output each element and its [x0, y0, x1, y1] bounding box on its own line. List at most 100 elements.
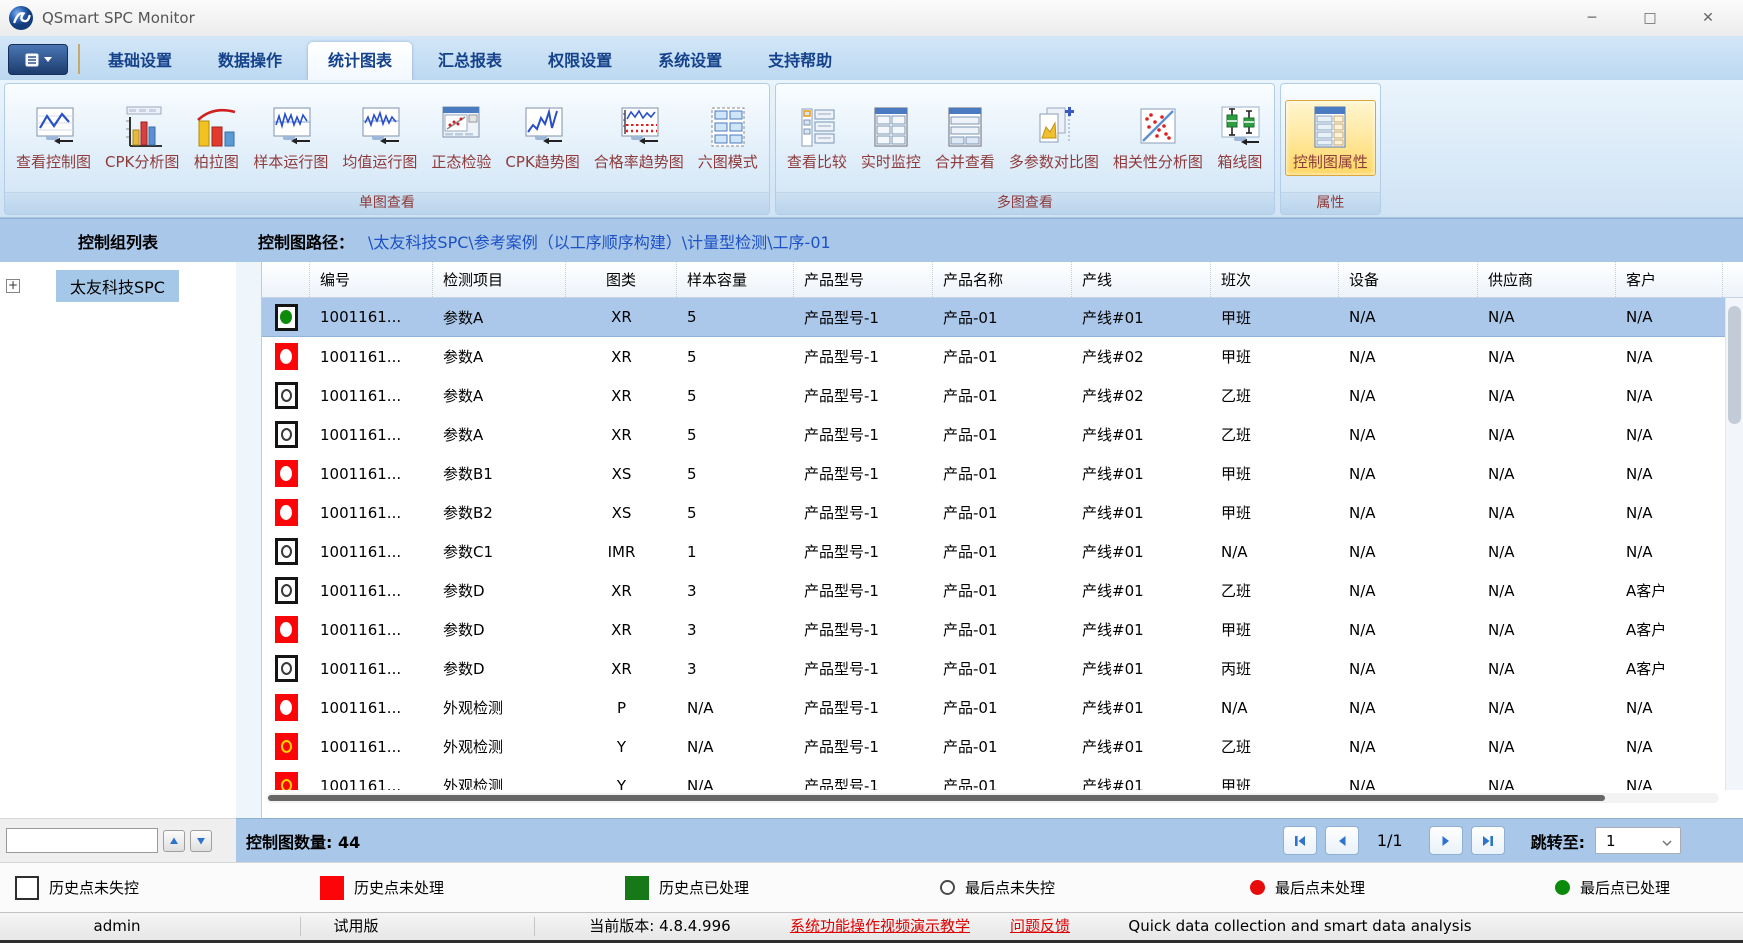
tab-data-operations[interactable]: 数据操作	[198, 42, 302, 80]
tab-summary-reports[interactable]: 汇总报表	[418, 42, 522, 80]
pareto-chart-button[interactable]: 柏拉图	[186, 101, 246, 175]
table-cell: XR	[566, 337, 677, 376]
last-page-button[interactable]	[1471, 826, 1505, 855]
black-outline-icon	[275, 655, 298, 682]
vertical-scrollbar-thumb[interactable]	[1728, 306, 1741, 424]
search-down-button[interactable]	[190, 830, 212, 852]
table-row[interactable]: 1001161...参数AXR5产品型号-1产品-01产线#02乙班N/AN/A…	[262, 376, 1743, 415]
control-chart-properties-button[interactable]: 控制图属性	[1285, 100, 1376, 176]
boxplot-chart-button[interactable]: 箱线图	[1210, 101, 1270, 175]
table-row[interactable]: 1001161...参数B2XS5产品型号-1产品-01产线#01甲班N/AN/…	[262, 493, 1743, 532]
close-button[interactable]: ✕	[1679, 4, 1737, 32]
next-page-button[interactable]	[1429, 826, 1463, 855]
table-cell: 产品-01	[933, 649, 1072, 688]
page-jump-dropdown[interactable]: 1	[1595, 827, 1681, 854]
table-cell: 乙班	[1211, 571, 1339, 610]
realtime-monitor-button[interactable]: 实时监控	[854, 101, 928, 175]
app-menu-button[interactable]	[8, 44, 68, 75]
cpk-trend-icon	[520, 105, 566, 149]
legend-label: 最后点已处理	[1580, 877, 1670, 898]
square-green-icon	[625, 876, 649, 900]
ribbon-group: 查看比较实时监控合并查看多参数对比图相关性分析图箱线图多图查看	[775, 83, 1275, 215]
table-cell: 产品-01	[933, 688, 1072, 727]
column-header[interactable]: 产品型号	[794, 262, 933, 297]
table-cell: N/A	[1339, 298, 1478, 336]
view-compare-button[interactable]: 查看比较	[780, 101, 854, 175]
column-header[interactable]: 班次	[1211, 262, 1339, 297]
pass-rate-trend-chart-button[interactable]: 合格率趋势图	[587, 101, 691, 175]
tree-root-label[interactable]: 太友科技SPC	[56, 270, 179, 302]
tab-permissions[interactable]: 权限设置	[528, 42, 632, 80]
cpk-trend-chart-button[interactable]: CPK趋势图	[498, 101, 586, 175]
tab-system-settings[interactable]: 系统设置	[638, 42, 742, 80]
table-cell: 产线#01	[1072, 571, 1211, 610]
column-header-status[interactable]	[262, 262, 310, 297]
multi-param-compare-chart-button[interactable]: 多参数对比图	[1002, 101, 1106, 175]
tab-stat-charts[interactable]: 统计图表	[308, 42, 412, 80]
six-chart-mode-button[interactable]: 六图模式	[691, 101, 765, 175]
table-row[interactable]: 1001161...参数DXR3产品型号-1产品-01产线#01乙班N/AN/A…	[262, 571, 1743, 610]
maximize-button[interactable]: □	[1621, 4, 1679, 32]
table-cell: 参数A	[433, 376, 566, 415]
normality-test-button[interactable]: 正态检验	[424, 101, 498, 175]
table-row[interactable]: 1001161...参数C1IMR1产品型号-1产品-01产线#01N/AN/A…	[262, 532, 1743, 571]
sample-run-chart-button[interactable]: 样本运行图	[246, 101, 335, 175]
red-yellow-outline-icon	[275, 772, 298, 790]
previous-page-button[interactable]	[1325, 826, 1359, 855]
table-cell: XR	[566, 571, 677, 610]
panel-splitter[interactable]	[236, 262, 262, 818]
ribbon-button-label: 柏拉图	[194, 151, 239, 172]
table-row[interactable]: 1001161...参数AXR5产品型号-1产品-01产线#01甲班N/AN/A…	[262, 298, 1743, 337]
horizontal-scrollbar-thumb[interactable]	[268, 795, 1605, 801]
first-page-button[interactable]	[1283, 826, 1317, 855]
column-header[interactable]: 检测项目	[433, 262, 566, 297]
feedback-link[interactable]: 问题反馈	[1010, 913, 1070, 941]
table-row[interactable]: 1001161...参数B1XS5产品型号-1产品-01产线#01甲班N/AN/…	[262, 454, 1743, 493]
control-group-list-title: 控制组列表	[0, 229, 236, 253]
column-header[interactable]: 客户	[1616, 262, 1723, 297]
view-control-chart-button[interactable]: 查看控制图	[9, 101, 98, 175]
vertical-scrollbar[interactable]	[1725, 298, 1743, 790]
column-header[interactable]: 产品名称	[933, 262, 1072, 297]
merge-view-button[interactable]: 合并查看	[928, 101, 1002, 175]
table-cell: XR	[566, 610, 677, 649]
mean-run-chart-button[interactable]: 均值运行图	[335, 101, 424, 175]
legend-item: 历史点已处理	[625, 863, 749, 912]
tab-base-settings[interactable]: 基础设置	[88, 42, 192, 80]
table-row[interactable]: 1001161...参数DXR3产品型号-1产品-01产线#01甲班N/AN/A…	[262, 610, 1743, 649]
table-cell: 产品型号-1	[794, 298, 933, 336]
table-row[interactable]: 1001161...参数AXR5产品型号-1产品-01产线#01乙班N/AN/A…	[262, 415, 1743, 454]
table-row[interactable]: 1001161...参数DXR3产品型号-1产品-01产线#01丙班N/AN/A…	[262, 649, 1743, 688]
table-cell: N/A	[1478, 415, 1616, 454]
cpk-analysis-chart-button[interactable]: CPK分析图	[98, 101, 186, 175]
minimize-button[interactable]: ─	[1563, 4, 1621, 32]
table-cell: 产品型号-1	[794, 727, 933, 766]
column-header[interactable]: 产线	[1072, 262, 1211, 297]
tab-support-help[interactable]: 支持帮助	[748, 42, 852, 80]
correlation-analysis-chart-button[interactable]: 相关性分析图	[1106, 101, 1210, 175]
column-header[interactable]: 设备	[1339, 262, 1478, 297]
horizontal-scrollbar[interactable]	[266, 793, 1719, 803]
column-header[interactable]: 编号	[310, 262, 433, 297]
circle-green-icon	[1555, 880, 1570, 895]
status-user: admin	[94, 913, 141, 941]
table-cell: N/A	[1211, 532, 1339, 571]
red-white-dot-icon	[275, 343, 298, 370]
search-up-button[interactable]	[163, 830, 185, 852]
table-cell: N/A	[1478, 493, 1616, 532]
table-cell: N/A	[1616, 415, 1723, 454]
table-row[interactable]: 1001161...外观检测YN/A产品型号-1产品-01产线#01甲班N/AN…	[262, 766, 1743, 790]
column-header[interactable]: 图类	[566, 262, 677, 297]
table-row[interactable]: 1001161...外观检测YN/A产品型号-1产品-01产线#01乙班N/AN…	[262, 727, 1743, 766]
column-header[interactable]: 样本容量	[677, 262, 794, 297]
table-row[interactable]: 1001161...外观检测PN/A产品型号-1产品-01产线#01N/AN/A…	[262, 688, 1743, 727]
video-tutorial-link[interactable]: 系统功能操作视频演示教学	[790, 913, 970, 941]
column-header[interactable]: 供应商	[1478, 262, 1616, 297]
pagination-toolbar: 控制图数量: 44 1/1 跳转至: 1	[236, 818, 1743, 862]
tree-expand-icon[interactable]: +	[6, 279, 20, 293]
table-row[interactable]: 1001161...参数AXR5产品型号-1产品-01产线#02甲班N/AN/A…	[262, 337, 1743, 376]
table-cell: 参数A	[433, 298, 566, 336]
cell-status	[262, 571, 310, 610]
tree-item-root[interactable]: + 太友科技SPC	[0, 270, 236, 302]
tree-search-input[interactable]	[6, 828, 158, 853]
